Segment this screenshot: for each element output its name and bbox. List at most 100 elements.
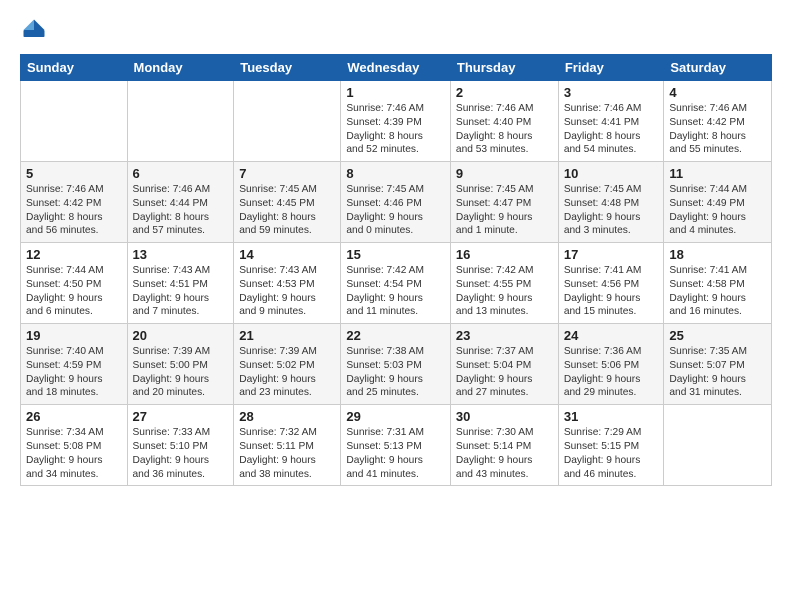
calendar-day-cell: 26 Sunrise: 7:34 AM Sunset: 5:08 PM Dayli…: [21, 405, 128, 486]
day-info: Sunrise: 7:37 AM Sunset: 5:04 PM Dayligh…: [456, 345, 553, 400]
day-number: 9: [456, 166, 553, 181]
day-number: 11: [669, 166, 766, 181]
day-number: 8: [346, 166, 445, 181]
calendar-day-cell: 25Sunrise: 7:35 AM Sunset: 5:07 PM Dayli…: [664, 324, 772, 405]
calendar-day-cell: 17 Sunrise: 7:41 AM Sunset: 4:56 PM Dayli…: [558, 243, 664, 324]
calendar-week-row: 1 Sunrise: 7:46 AM Sunset: 4:39 PM Daylig…: [21, 81, 772, 162]
calendar-day-cell: 14Sunrise: 7:43 AM Sunset: 4:53 PM Dayli…: [234, 243, 341, 324]
calendar-day-cell: 20 Sunrise: 7:39 AM Sunset: 5:00 PM Dayli…: [127, 324, 234, 405]
day-number: 18: [669, 247, 766, 262]
weekday-header-tuesday: Tuesday: [234, 55, 341, 81]
day-info: Sunrise: 7:46 AM Sunset: 4:42 PM Dayligh…: [669, 102, 766, 157]
calendar-day-cell: 18 Sunrise: 7:41 AM Sunset: 4:58 PM Dayli…: [664, 243, 772, 324]
calendar-day-cell: 31Sunrise: 7:29 AM Sunset: 5:15 PM Dayli…: [558, 405, 664, 486]
day-info: Sunrise: 7:42 AM Sunset: 4:55 PM Dayligh…: [456, 264, 553, 319]
day-number: 26: [26, 409, 122, 424]
calendar-day-cell: 15Sunrise: 7:42 AM Sunset: 4:54 PM Dayli…: [341, 243, 451, 324]
calendar-day-cell: 5 Sunrise: 7:46 AM Sunset: 4:42 PM Daylig…: [21, 162, 128, 243]
calendar-day-cell: 11 Sunrise: 7:44 AM Sunset: 4:49 PM Dayli…: [664, 162, 772, 243]
empty-cell: [21, 81, 128, 162]
day-info: Sunrise: 7:41 AM Sunset: 4:58 PM Dayligh…: [669, 264, 766, 319]
day-number: 27: [133, 409, 229, 424]
empty-cell: [664, 405, 772, 486]
day-info: Sunrise: 7:39 AM Sunset: 5:02 PM Dayligh…: [239, 345, 335, 400]
page: SundayMondayTuesdayWednesdayThursdayFrid…: [0, 0, 792, 502]
day-number: 1: [346, 85, 445, 100]
day-number: 16: [456, 247, 553, 262]
calendar-day-cell: 9 Sunrise: 7:45 AM Sunset: 4:47 PM Daylig…: [450, 162, 558, 243]
calendar-week-row: 19 Sunrise: 7:40 AM Sunset: 4:59 PM Dayli…: [21, 324, 772, 405]
calendar-day-cell: 27Sunrise: 7:33 AM Sunset: 5:10 PM Dayli…: [127, 405, 234, 486]
calendar-table: SundayMondayTuesdayWednesdayThursdayFrid…: [20, 54, 772, 486]
calendar-day-cell: 3Sunrise: 7:46 AM Sunset: 4:41 PM Daylig…: [558, 81, 664, 162]
day-number: 10: [564, 166, 659, 181]
calendar-day-cell: 12 Sunrise: 7:44 AM Sunset: 4:50 PM Dayli…: [21, 243, 128, 324]
day-info: Sunrise: 7:45 AM Sunset: 4:47 PM Dayligh…: [456, 183, 553, 238]
day-info: Sunrise: 7:45 AM Sunset: 4:45 PM Dayligh…: [239, 183, 335, 238]
calendar-day-cell: 4 Sunrise: 7:46 AM Sunset: 4:42 PM Daylig…: [664, 81, 772, 162]
day-number: 4: [669, 85, 766, 100]
day-number: 17: [564, 247, 659, 262]
calendar-day-cell: 28Sunrise: 7:32 AM Sunset: 5:11 PM Dayli…: [234, 405, 341, 486]
day-info: Sunrise: 7:46 AM Sunset: 4:44 PM Dayligh…: [133, 183, 229, 238]
day-number: 28: [239, 409, 335, 424]
calendar-day-cell: 24 Sunrise: 7:36 AM Sunset: 5:06 PM Dayli…: [558, 324, 664, 405]
day-number: 20: [133, 328, 229, 343]
weekday-header-monday: Monday: [127, 55, 234, 81]
calendar-day-cell: 1 Sunrise: 7:46 AM Sunset: 4:39 PM Daylig…: [341, 81, 451, 162]
day-number: 25: [669, 328, 766, 343]
weekday-header-sunday: Sunday: [21, 55, 128, 81]
calendar-day-cell: 16 Sunrise: 7:42 AM Sunset: 4:55 PM Dayli…: [450, 243, 558, 324]
day-info: Sunrise: 7:44 AM Sunset: 4:50 PM Dayligh…: [26, 264, 122, 319]
day-info: Sunrise: 7:34 AM Sunset: 5:08 PM Dayligh…: [26, 426, 122, 481]
empty-cell: [127, 81, 234, 162]
calendar-day-cell: 29 Sunrise: 7:31 AM Sunset: 5:13 PM Dayli…: [341, 405, 451, 486]
day-info: Sunrise: 7:40 AM Sunset: 4:59 PM Dayligh…: [26, 345, 122, 400]
calendar-week-row: 12 Sunrise: 7:44 AM Sunset: 4:50 PM Dayli…: [21, 243, 772, 324]
weekday-header-wednesday: Wednesday: [341, 55, 451, 81]
calendar-day-cell: 21 Sunrise: 7:39 AM Sunset: 5:02 PM Dayli…: [234, 324, 341, 405]
header: [20, 16, 772, 44]
day-number: 13: [133, 247, 229, 262]
calendar-day-cell: 23 Sunrise: 7:37 AM Sunset: 5:04 PM Dayli…: [450, 324, 558, 405]
day-number: 19: [26, 328, 122, 343]
calendar-day-cell: 10 Sunrise: 7:45 AM Sunset: 4:48 PM Dayli…: [558, 162, 664, 243]
day-number: 2: [456, 85, 553, 100]
day-info: Sunrise: 7:43 AM Sunset: 4:51 PM Dayligh…: [133, 264, 229, 319]
day-number: 5: [26, 166, 122, 181]
day-info: Sunrise: 7:30 AM Sunset: 5:14 PM Dayligh…: [456, 426, 553, 481]
day-number: 14: [239, 247, 335, 262]
day-info: Sunrise: 7:46 AM Sunset: 4:40 PM Dayligh…: [456, 102, 553, 157]
weekday-header-row: SundayMondayTuesdayWednesdayThursdayFrid…: [21, 55, 772, 81]
calendar-day-cell: 8 Sunrise: 7:45 AM Sunset: 4:46 PM Daylig…: [341, 162, 451, 243]
calendar-day-cell: 30 Sunrise: 7:30 AM Sunset: 5:14 PM Dayli…: [450, 405, 558, 486]
day-info: Sunrise: 7:46 AM Sunset: 4:42 PM Dayligh…: [26, 183, 122, 238]
calendar-day-cell: 19 Sunrise: 7:40 AM Sunset: 4:59 PM Dayli…: [21, 324, 128, 405]
weekday-header-saturday: Saturday: [664, 55, 772, 81]
weekday-header-friday: Friday: [558, 55, 664, 81]
calendar-day-cell: 7Sunrise: 7:45 AM Sunset: 4:45 PM Daylig…: [234, 162, 341, 243]
day-info: Sunrise: 7:31 AM Sunset: 5:13 PM Dayligh…: [346, 426, 445, 481]
day-number: 29: [346, 409, 445, 424]
day-number: 24: [564, 328, 659, 343]
calendar-week-row: 5 Sunrise: 7:46 AM Sunset: 4:42 PM Daylig…: [21, 162, 772, 243]
day-number: 23: [456, 328, 553, 343]
day-info: Sunrise: 7:44 AM Sunset: 4:49 PM Dayligh…: [669, 183, 766, 238]
day-number: 30: [456, 409, 553, 424]
day-number: 21: [239, 328, 335, 343]
empty-cell: [234, 81, 341, 162]
day-info: Sunrise: 7:46 AM Sunset: 4:39 PM Dayligh…: [346, 102, 445, 157]
logo-icon: [20, 16, 48, 44]
day-info: Sunrise: 7:45 AM Sunset: 4:48 PM Dayligh…: [564, 183, 659, 238]
day-info: Sunrise: 7:39 AM Sunset: 5:00 PM Dayligh…: [133, 345, 229, 400]
logo: [20, 16, 52, 44]
day-info: Sunrise: 7:45 AM Sunset: 4:46 PM Dayligh…: [346, 183, 445, 238]
day-info: Sunrise: 7:41 AM Sunset: 4:56 PM Dayligh…: [564, 264, 659, 319]
day-number: 31: [564, 409, 659, 424]
day-info: Sunrise: 7:36 AM Sunset: 5:06 PM Dayligh…: [564, 345, 659, 400]
day-number: 6: [133, 166, 229, 181]
weekday-header-thursday: Thursday: [450, 55, 558, 81]
calendar-day-cell: 2 Sunrise: 7:46 AM Sunset: 4:40 PM Daylig…: [450, 81, 558, 162]
day-number: 12: [26, 247, 122, 262]
calendar-day-cell: 22Sunrise: 7:38 AM Sunset: 5:03 PM Dayli…: [341, 324, 451, 405]
